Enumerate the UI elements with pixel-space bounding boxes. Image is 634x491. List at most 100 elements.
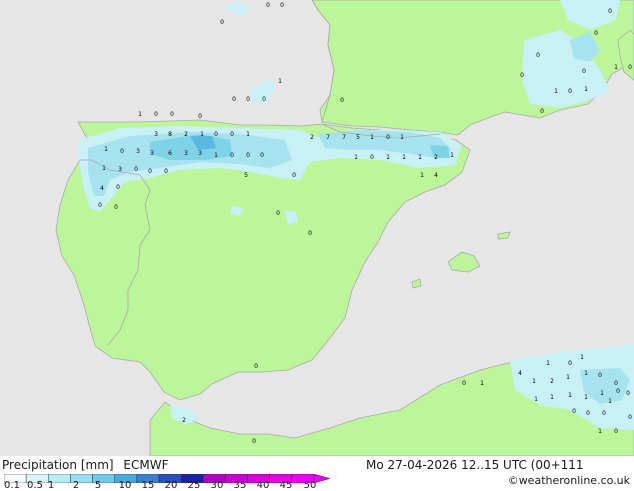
credit-text: ©weatheronline.co.uk <box>507 474 630 487</box>
precip-value-label: 0 <box>292 172 296 179</box>
precip-value-label: 2 <box>434 154 438 161</box>
precip-value-label: 4 <box>434 172 438 179</box>
precip-value-label: 1 <box>354 154 358 161</box>
precip-value-label: 0 <box>614 380 618 387</box>
precip-value-label: 1 <box>600 390 604 397</box>
precipitation-map: 0 0 0 0 0 1 0 0 0 0 1 0 0 0 0 0 0 1 0 0 1 0 1 3 8 2 1 0 0 1 2 7 7 5 1 0 1 1 0 3… <box>0 0 634 456</box>
precip-value-label: 1 <box>402 154 406 161</box>
precip-value-label: 1 <box>370 134 374 141</box>
precip-value-label: 1 <box>104 146 108 153</box>
precip-value-label: 1 <box>546 360 550 367</box>
precip-value-label: 0 <box>266 2 270 9</box>
precip-value-label: 0 <box>628 64 632 71</box>
precip-value-label: 3 <box>184 150 188 157</box>
precip-value-label: 2 <box>184 131 188 138</box>
precip-value-label: 0 <box>626 390 630 397</box>
precip-value-label: 3 <box>198 150 202 157</box>
precip-value-label: 0 <box>616 388 620 395</box>
precip-value-label: 0 <box>308 230 312 237</box>
precip-value-label: 3 <box>118 166 122 173</box>
precip-value-label: 0 <box>520 72 524 79</box>
precip-value-label: 0 <box>254 363 258 370</box>
precip-value-label: 0 <box>614 428 618 435</box>
precip-value-label: 1 <box>420 172 424 179</box>
precip-value-label: 0 <box>608 8 612 15</box>
precip-value-label: 2 <box>182 417 186 424</box>
precip-value-label: 6 <box>168 150 172 157</box>
precip-value-label: 8 <box>168 131 172 138</box>
precip-value-label: 0 <box>276 210 280 217</box>
precip-value-label: 0 <box>462 380 466 387</box>
precip-value-label: 0 <box>154 111 158 118</box>
precip-value-label: 0 <box>230 131 234 138</box>
precip-value-label: 1 <box>400 134 404 141</box>
valid-datetime: Mo 27-04-2026 12..15 UTC (00+111 <box>366 458 584 472</box>
precip-value-label: 0 <box>164 168 168 175</box>
precip-value-label: 1 <box>568 392 572 399</box>
precip-value-label: 1 <box>584 370 588 377</box>
precip-value-label: 0 <box>98 202 102 209</box>
precip-value-label: 1 <box>246 131 250 138</box>
precip-value-label: 0 <box>148 168 152 175</box>
precipitation-title: Precipitation [mm] <box>2 458 114 472</box>
precip-value-label: 1 <box>614 64 618 71</box>
precip-value-label: 0 <box>568 360 572 367</box>
precip-value-label: 0 <box>572 408 576 415</box>
precip-value-label: 0 <box>230 152 234 159</box>
precip-value-label: 0 <box>246 152 250 159</box>
precip-value-label: 0 <box>628 414 632 421</box>
precip-value-label: 4 <box>518 370 522 377</box>
precip-value-label: 2 <box>310 134 314 141</box>
precip-value-label: 4 <box>100 185 104 192</box>
precip-value-label: 0 <box>134 166 138 173</box>
precip-value-label: 0 <box>214 131 218 138</box>
precip-value-label: 0 <box>280 2 284 9</box>
precip-value-label: 0 <box>260 152 264 159</box>
precip-value-label: 3 <box>154 131 158 138</box>
precip-value-label: 3 <box>150 150 154 157</box>
precip-value-label: 1 <box>554 88 558 95</box>
precip-value-label: 1 <box>584 86 588 93</box>
precip-value-label: 7 <box>326 134 330 141</box>
precip-value-label: 1 <box>584 394 588 401</box>
precip-value-label: 1 <box>386 154 390 161</box>
precip-value-label: 1 <box>450 152 454 159</box>
precip-value-label: 2 <box>550 378 554 385</box>
precip-value-label: 0 <box>540 108 544 115</box>
precip-value-label: 0 <box>220 19 224 26</box>
legend-title: Precipitation [mm] ECMWF <box>2 458 168 472</box>
precip-value-label: 1 <box>418 154 422 161</box>
precip-value-label: 1 <box>278 78 282 85</box>
legend-arrow <box>313 474 330 483</box>
precip-value-label: 1 <box>580 354 584 361</box>
precip-value-label: 1 <box>532 378 536 385</box>
precip-value-label: 1 <box>214 152 218 159</box>
precip-value-label: 0 <box>114 204 118 211</box>
precip-value-label: 1 <box>102 165 106 172</box>
precip-value-label: 0 <box>116 184 120 191</box>
precip-value-label: 0 <box>386 134 390 141</box>
model-name: ECMWF <box>123 458 169 472</box>
precip-value-label: 1 <box>598 428 602 435</box>
precip-value-label: 1 <box>608 398 612 405</box>
precip-value-label: 0 <box>232 96 236 103</box>
precip-value-label: 0 <box>198 113 202 120</box>
precip-value-label: 0 <box>536 52 540 59</box>
precip-value-label: 0 <box>602 410 606 417</box>
precip-value-label: 0 <box>582 68 586 75</box>
precip-value-label: 7 <box>342 134 346 141</box>
precip-value-label: 5 <box>356 134 360 141</box>
precip-value-label: 0 <box>170 111 174 118</box>
precip-value-label: 0 <box>246 96 250 103</box>
precip-value-label: 1 <box>534 396 538 403</box>
precip-value-label: 0 <box>594 30 598 37</box>
precip-value-label: 1 <box>138 111 142 118</box>
precip-value-label: 0 <box>262 96 266 103</box>
precip-value-label: 0 <box>568 88 572 95</box>
precip-value-label: 1 <box>566 374 570 381</box>
precip-value-label: 1 <box>200 131 204 138</box>
precip-value-label: 0 <box>598 372 602 379</box>
precip-value-label: 0 <box>252 438 256 445</box>
precip-value-label: 0 <box>370 154 374 161</box>
precip-value-label: 1 <box>550 394 554 401</box>
